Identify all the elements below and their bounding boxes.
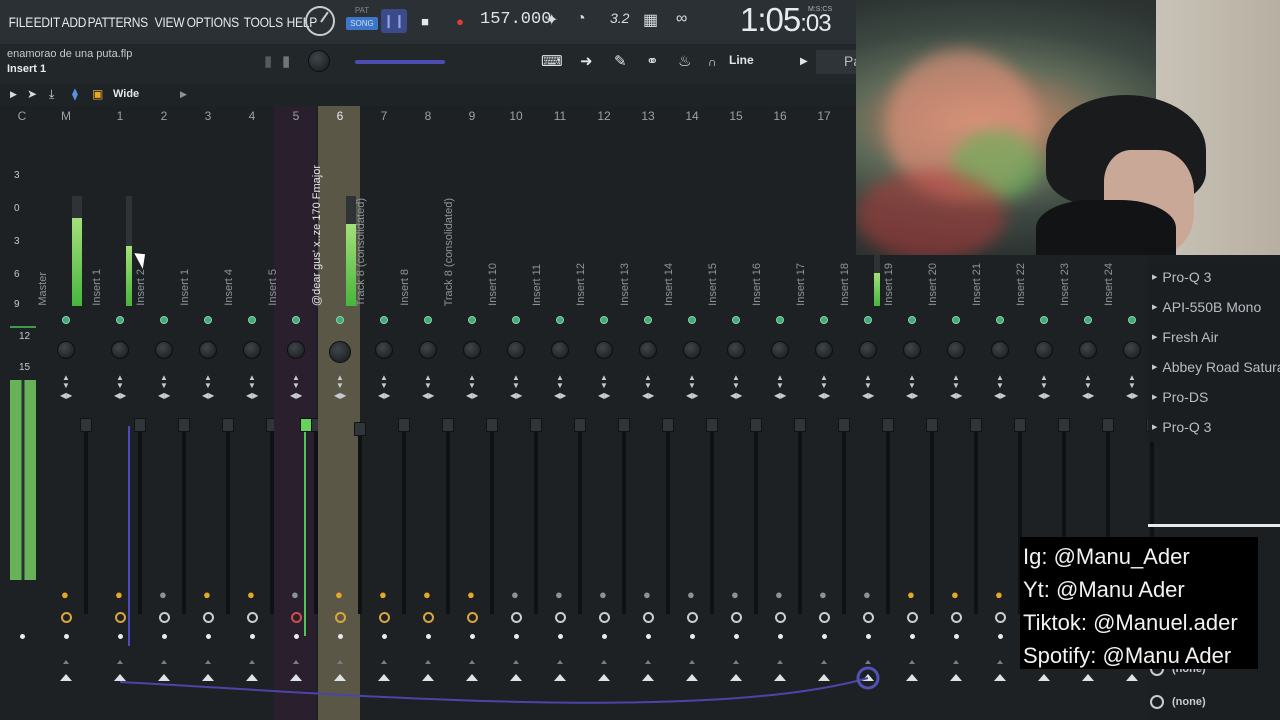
menu-view[interactable]: VIEW (152, 14, 187, 30)
master-volume-slider[interactable] (355, 60, 445, 64)
record-button[interactable]: ● (447, 9, 473, 33)
project-file-name: enamorao de una puta.flp (7, 48, 133, 60)
time-format-label: M:S:CS (808, 6, 833, 13)
menu-tools[interactable]: TOOLS (241, 14, 285, 30)
pattern-selector[interactable]: Pa (816, 50, 861, 74)
webcam-overlay (856, 0, 1280, 255)
link-icon[interactable]: ⚭ (646, 52, 659, 70)
tempo-display[interactable]: 157.000 (480, 10, 551, 29)
stop-icon: ■ (421, 13, 429, 29)
effect-slot[interactable]: ▶ Pro-Q 3 (1148, 412, 1280, 442)
slot-arrow-icon: ▶ (1152, 424, 1158, 431)
pause-button[interactable]: ❙❙ (381, 9, 407, 33)
preset-icon[interactable]: ▮ (282, 52, 290, 70)
menu-options[interactable]: OPTIONS (184, 14, 242, 30)
effect-slot-label: Abbey Road Satura (1162, 359, 1280, 375)
main-pitch-knob[interactable] (308, 50, 330, 72)
menu-arrow-icon[interactable]: ▶ (10, 89, 17, 100)
time-main: 1:05 (740, 1, 801, 38)
play-arrow-icon[interactable]: ▶ (800, 56, 808, 67)
output-icon (1150, 695, 1164, 709)
brush-icon[interactable]: ✎ (614, 52, 627, 70)
project-header: enamorao de una puta.flp Insert 1 ▮ ▮ ⌨ … (0, 44, 861, 84)
panel-divider (1148, 524, 1280, 527)
magnet-icon[interactable]: ∩ (708, 55, 717, 69)
wait-input-icon[interactable]: ◔ (576, 10, 586, 28)
main-menu: FILE EDIT ADD PATTERNS VIEW OPTIONS TOOL… (6, 14, 320, 30)
instagram-handle: Ig: @Manu_Ader (1023, 544, 1190, 569)
slot-arrow-icon: ▶ (1152, 364, 1158, 371)
down-arrow-icon[interactable]: ⤓ (49, 87, 54, 102)
time-small: :03 (800, 10, 831, 37)
record-icon: ● (456, 13, 464, 29)
typing-keyboard-icon[interactable]: ▦ (643, 10, 658, 30)
body-shape (1036, 200, 1176, 255)
metronome-icon[interactable]: ✦ (545, 10, 558, 30)
light-glow-3 (856, 170, 1006, 255)
split-icon[interactable]: ⧫ (72, 87, 78, 101)
stop-button[interactable]: ■ (412, 9, 438, 33)
effect-slot-label: API-550B Mono (1162, 299, 1262, 315)
loop-record-icon[interactable]: ∞ (676, 10, 687, 28)
effect-slot[interactable]: ▶ Pro-DS (1148, 382, 1280, 412)
plugin-icon[interactable]: ▮ (264, 52, 272, 70)
effect-slot[interactable]: ▶ Abbey Road Satura (1148, 352, 1280, 382)
pause-icon: ❙❙ (383, 13, 405, 28)
effect-slot[interactable]: ▶ Fresh Air (1148, 322, 1280, 352)
slot-arrow-icon: ▶ (1152, 304, 1158, 311)
step-display[interactable]: 3.2 (610, 10, 629, 26)
view-mode[interactable]: Wide (113, 88, 139, 100)
piano-roll-icon[interactable]: ⌨ (541, 52, 563, 70)
social-handles-overlay: Ig: @Manu_Ader Yt: @Manu Ader Tiktok: @M… (1020, 537, 1258, 669)
output-select[interactable]: (none) (1150, 695, 1206, 709)
slot-arrow-icon: ▶ (1152, 274, 1158, 281)
effect-slot[interactable]: ▶ Pro-Q 3 (1148, 262, 1280, 292)
bird-icon[interactable]: ➤ (27, 87, 37, 101)
forward-icon[interactable]: ➜ (580, 52, 593, 70)
menu-bar: FILE EDIT ADD PATTERNS VIEW OPTIONS TOOL… (0, 0, 856, 44)
effect-slot-label: Pro-Q 3 (1162, 419, 1212, 435)
snap-mode-select[interactable]: Line (729, 53, 754, 67)
mixer-toolbar: ▶ ➤ ⤓ ⧫ ▣ Wide ▶ (0, 84, 856, 106)
master-volume-dial[interactable] (305, 6, 335, 36)
stamp-icon[interactable]: ♨ (678, 52, 691, 70)
expand-arrow-icon[interactable]: ▶ (180, 89, 187, 100)
routing-line (119, 677, 869, 704)
song-label: SONG (346, 17, 378, 30)
effect-slots: ▶ Pro-Q 3 ▶ API-550B Mono ▶ Fresh Air ▶ Abbe… (1148, 262, 1280, 442)
spotify-handle: Spotify: @Manu Ader (1023, 643, 1232, 668)
selected-insert-name: Insert 1 (7, 63, 47, 75)
effect-slot-label: Pro-DS (1162, 389, 1209, 405)
menu-patterns[interactable]: PATTERNS (85, 14, 151, 30)
pat-label: PAT (354, 6, 370, 15)
effect-slot-label: Pro-Q 3 (1162, 269, 1212, 285)
slot-arrow-icon: ▶ (1152, 394, 1158, 401)
output-label: (none) (1172, 695, 1206, 708)
effect-slot[interactable]: ▶ API-550B Mono (1148, 292, 1280, 322)
tiktok-handle: Tiktok: @Manuel.ader (1023, 610, 1238, 635)
pat-song-toggle[interactable]: PAT SONG (346, 6, 378, 36)
slot-arrow-icon: ▶ (1152, 334, 1158, 341)
layout-icon[interactable]: ▣ (92, 87, 103, 101)
effect-slot-label: Fresh Air (1162, 329, 1219, 345)
youtube-handle: Yt: @Manu Ader (1023, 577, 1185, 602)
